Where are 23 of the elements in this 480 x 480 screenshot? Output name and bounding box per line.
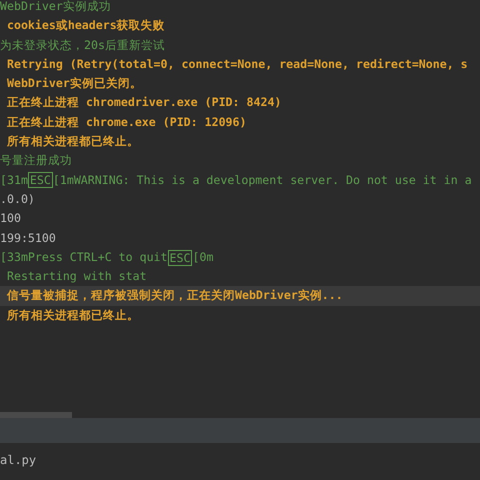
console-line: Retrying (Retry(total=0, connect=None, read=None, redirect=None, s <box>6 56 468 73</box>
scrollbar-thumb[interactable] <box>0 412 72 418</box>
file-name: al.py <box>0 453 36 467</box>
console-line: .0.0) <box>0 190 35 208</box>
console-line: WebDriver实例成功 <box>0 0 111 15</box>
escape-marker: ESC <box>28 172 53 188</box>
console-line: 正在终止进程 chrome.exe (PID: 12096) <box>6 114 247 131</box>
console-line: [0m <box>192 248 214 266</box>
console-line: 号量注册成功 <box>0 152 72 170</box>
console-line: 100 <box>0 210 21 228</box>
escape-marker: ESC <box>168 250 192 266</box>
console-line: 199:5100 <box>0 230 56 247</box>
console-line: [1mWARNING: This is a development server. Do not use it in a <box>52 172 472 189</box>
console-line: 所有相关进程都已终止。 <box>6 133 139 150</box>
console-line: Restarting with stat <box>6 268 147 286</box>
console-line: WebDriver实例已关闭。 <box>6 75 142 92</box>
console-line: 为未登录状态，20s后重新尝试 <box>0 36 165 54</box>
console-line: 信号量被捕捉，程序被强制关闭，正在关闭WebDriver实例... <box>6 287 343 304</box>
console-line: cookies或headers获取失败 <box>6 17 165 34</box>
console-line: [33mPress CTRL+C to quit <box>0 248 168 266</box>
console-line: 所有相关进程都已终止。 <box>6 306 139 324</box>
console-line: [31m <box>0 172 28 189</box>
console-line: 正在终止进程 chromedriver.exe (PID: 8424) <box>6 94 282 112</box>
